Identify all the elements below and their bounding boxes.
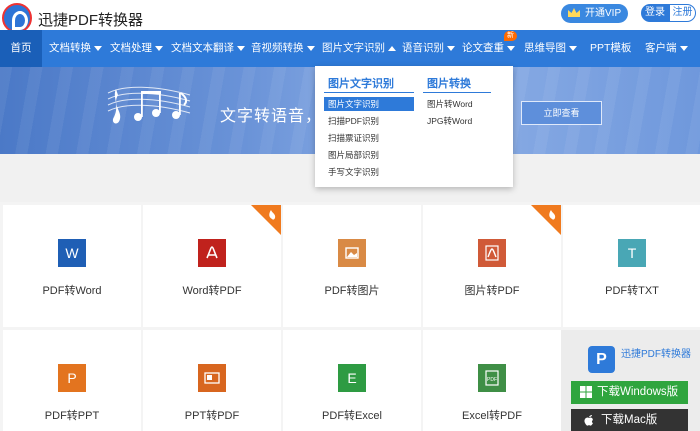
tool-image-to-pdf[interactable]: 图片转PDF xyxy=(423,205,561,327)
download-windows-button[interactable]: 下载Windows版 xyxy=(571,381,688,404)
vip-button[interactable]: 开通VIP xyxy=(561,4,628,23)
tool-label: Excel转PDF xyxy=(462,410,522,422)
chevron-down-icon xyxy=(94,45,102,51)
chevron-up-icon xyxy=(388,45,396,51)
nav-label: 文档处理 xyxy=(110,42,152,54)
nav-label: 语音识别 xyxy=(402,42,444,54)
apple-icon xyxy=(584,415,593,426)
nav-image-ocr[interactable]: 图片文字识别 xyxy=(322,30,396,67)
tool-label: PDF转Excel xyxy=(322,410,382,422)
ppt-icon: P xyxy=(58,364,86,392)
nav-speech-recognition[interactable]: 语音识别 xyxy=(402,30,455,67)
banner-text: 文字转语音， xyxy=(220,108,323,125)
chevron-down-icon xyxy=(507,45,515,51)
download-windows-label: 下载Windows版 xyxy=(597,386,679,398)
dropdown-divider xyxy=(423,92,491,93)
nav-home[interactable]: 首页 xyxy=(0,30,42,67)
main-nav: 首页 文档转换 文档处理 文档文本翻译 音视频转换 图片文字识别 语音识别 论文… xyxy=(0,30,700,67)
txt-icon: T xyxy=(618,239,646,267)
pdf-icon xyxy=(478,239,506,267)
word-icon: W xyxy=(58,239,86,267)
dropdown-heading-image-convert: 图片转换 xyxy=(427,78,471,90)
tool-word-to-pdf[interactable]: Word转PDF xyxy=(143,205,281,327)
tool-pdf-to-txt[interactable]: T PDF转TXT xyxy=(563,205,700,327)
app-title[interactable]: 迅捷PDF转换器 xyxy=(38,9,143,30)
chevron-down-icon xyxy=(569,45,577,51)
nav-doc-convert[interactable]: 文档转换 xyxy=(49,30,102,67)
nav-doc-process[interactable]: 文档处理 xyxy=(110,30,163,67)
nav-label: 思维导图 xyxy=(524,42,566,54)
new-badge: 新 xyxy=(504,31,517,41)
tool-label: 图片转PDF xyxy=(464,285,520,297)
download-app-name: 迅捷PDF转换器 xyxy=(621,349,691,360)
tool-pdf-to-word[interactable]: W PDF转Word xyxy=(3,205,141,327)
nav-label: 文档文本翻译 xyxy=(171,42,234,54)
hot-flame-icon xyxy=(251,205,281,235)
ppt-pdf-icon xyxy=(198,364,226,392)
music-notes-icon xyxy=(107,86,191,124)
download-mac-label: 下载Mac版 xyxy=(601,414,658,426)
download-mac-button[interactable]: 下载Mac版 xyxy=(571,409,688,431)
tool-pdf-to-excel[interactable]: E PDF转Excel xyxy=(283,330,421,431)
tool-label: Word转PDF xyxy=(182,285,242,297)
dropdown-item-jpg-to-word[interactable]: JPG转Word xyxy=(423,114,493,128)
chevron-down-icon xyxy=(447,45,455,51)
dropdown-item-image-ocr[interactable]: 图片文字识别 xyxy=(324,97,414,111)
tool-pdf-to-ppt[interactable]: P PDF转PPT xyxy=(3,330,141,431)
nav-ppt-template[interactable]: PPT模板 xyxy=(590,30,631,67)
dropdown-item-image-to-word[interactable]: 图片转Word xyxy=(423,97,493,111)
dropdown-heading-ocr: 图片文字识别 xyxy=(328,78,394,90)
tool-label: PDF转TXT xyxy=(605,285,659,297)
nav-label: 音视频转换 xyxy=(251,42,304,54)
vip-button-label: 开通VIP xyxy=(585,8,622,19)
nav-mindmap[interactable]: 思维导图 xyxy=(524,30,577,67)
dropdown-item-handwriting[interactable]: 手写文字识别 xyxy=(324,165,414,179)
tool-label: PDF转Word xyxy=(42,285,102,297)
hot-flame-icon xyxy=(531,205,561,235)
tool-label: PPT转PDF xyxy=(184,410,240,422)
nav-label: 客户端 xyxy=(645,42,677,54)
chevron-down-icon xyxy=(237,45,245,51)
windows-icon xyxy=(580,386,592,398)
chevron-down-icon xyxy=(306,45,315,51)
tool-label: PDF转PPT xyxy=(44,410,100,422)
ocr-dropdown-menu: 图片文字识别 图片文字识别 扫描PDF识别 扫描票证识别 图片局部识别 手写文字… xyxy=(315,66,513,187)
pdf-icon xyxy=(198,239,226,267)
tool-pdf-to-image[interactable]: PDF转图片 xyxy=(283,205,421,327)
nav-label: 图片文字识别 xyxy=(322,42,385,54)
register-button[interactable]: 注册 xyxy=(669,4,696,22)
svg-text:PDF: PDF xyxy=(487,377,497,383)
download-panel: P 迅捷PDF转换器 下载Windows版 下载Mac版 xyxy=(561,330,700,431)
banner-view-button[interactable]: 立即查看 xyxy=(521,101,602,125)
dropdown-item-scan-ticket[interactable]: 扫描票证识别 xyxy=(324,131,414,145)
crown-icon xyxy=(568,8,580,17)
tool-ppt-to-pdf[interactable]: PPT转PDF xyxy=(143,330,281,431)
login-button[interactable]: 登录 xyxy=(641,4,669,22)
nav-client[interactable]: 客户端 xyxy=(645,30,688,67)
tool-label: PDF转图片 xyxy=(324,285,380,297)
dropdown-divider xyxy=(324,92,414,93)
nav-av-convert[interactable]: 音视频转换 xyxy=(251,30,315,67)
chevron-down-icon xyxy=(155,45,163,51)
app-logo-icon[interactable] xyxy=(2,3,32,33)
chevron-down-icon xyxy=(679,45,688,51)
nav-label: 论文查重 xyxy=(462,42,504,54)
image-icon xyxy=(338,239,366,267)
tool-excel-to-pdf[interactable]: PDF Excel转PDF xyxy=(423,330,561,431)
nav-label: 文档转换 xyxy=(49,42,91,54)
dropdown-item-partial-ocr[interactable]: 图片局部识别 xyxy=(324,148,414,162)
nav-doc-translate[interactable]: 文档文本翻译 xyxy=(171,30,245,67)
excel-icon: E xyxy=(338,364,366,392)
app-logo-icon: P xyxy=(588,346,615,373)
dropdown-item-scan-pdf[interactable]: 扫描PDF识别 xyxy=(324,114,414,128)
excel-pdf-icon: PDF xyxy=(478,364,506,392)
